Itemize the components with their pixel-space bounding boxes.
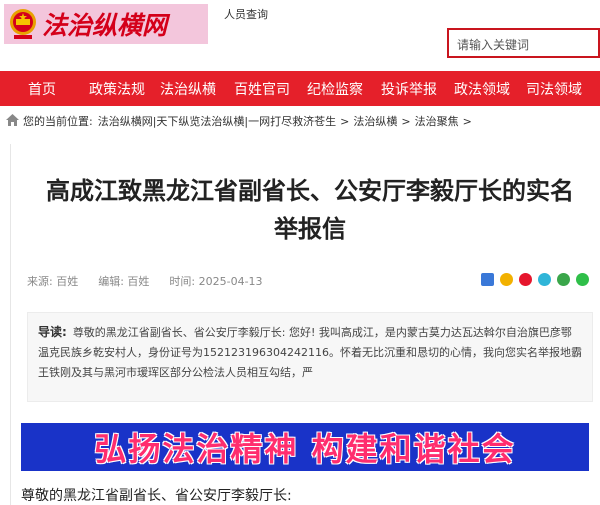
home-icon — [6, 113, 19, 129]
nav-item-discipline[interactable]: 纪检监察 — [298, 79, 372, 99]
nav-item-judicial[interactable]: 司法领域 — [518, 79, 590, 99]
article-salutation: 尊敬的黑龙江省副省长、省公安厅李毅厅长: — [21, 488, 292, 504]
breadcrumb-item-site[interactable]: 法治纵横网|天下纵览法治纵横|一网打尽救济苍生 — [98, 113, 336, 129]
article-lead: 导读: 尊敬的黑龙江省副省长、省公安厅李毅厅长: 您好! 我叫高成江，是内蒙古莫力… — [27, 312, 593, 402]
breadcrumb: 您的当前位置: 法治纵横网|天下纵览法治纵横|一网打尽救济苍生 > 法治纵横 >… — [6, 112, 472, 130]
share-weibo-icon[interactable] — [519, 273, 532, 286]
article-editor: 编辑: 百姓 — [98, 275, 150, 288]
article-source: 来源: 百姓 — [27, 275, 79, 288]
article-card: 高成江致黑龙江省副省长、公安厅李毅厅长的实名 举报信 来源: 百姓 编辑: 百姓… — [10, 144, 598, 505]
site-logo[interactable]: 法治纵横网 — [4, 4, 208, 44]
share-favorite-icon[interactable] — [500, 273, 513, 286]
main-nav: 首页 政策法规 法治纵横 百姓官司 纪检监察 投诉举报 政法领域 司法领域 — [0, 71, 600, 106]
breadcrumb-item-rule-of-law[interactable]: 法治纵横 — [353, 113, 397, 129]
breadcrumb-separator: > — [462, 114, 472, 128]
article-meta: 来源: 百姓 编辑: 百姓 时间: 2025-04-13 — [27, 273, 263, 289]
personnel-query-link[interactable]: 人员查询 — [224, 6, 268, 22]
nav-item-civil-cases[interactable]: 百姓官司 — [226, 79, 298, 99]
nav-item-home[interactable]: 首页 — [0, 79, 84, 99]
logo-text: 法治纵横网 — [42, 11, 168, 40]
article-time: 时间: 2025-04-13 — [169, 275, 263, 288]
nav-item-report[interactable]: 投诉举报 — [372, 79, 446, 99]
share-bar — [481, 273, 589, 286]
share-wechat-icon[interactable] — [576, 273, 589, 286]
banner-text: 弘扬法治精神 构建和谐社会 — [94, 430, 516, 468]
breadcrumb-separator: > — [340, 114, 350, 128]
breadcrumb-item-focus[interactable]: 法治聚焦 — [415, 113, 459, 129]
breadcrumb-separator: > — [401, 114, 411, 128]
share-douban-icon[interactable] — [557, 273, 570, 286]
lead-label: 导读: — [38, 325, 67, 339]
breadcrumb-prefix: 您的当前位置: — [23, 115, 93, 128]
article-title-line: 高成江致黑龙江省副省长、公安厅李毅厅长的实名 — [46, 177, 574, 205]
article-title: 高成江致黑龙江省副省长、公安厅李毅厅长的实名 举报信 — [19, 172, 600, 248]
nav-item-rule-of-law[interactable]: 法治纵横 — [150, 79, 226, 99]
share-more-icon[interactable] — [481, 273, 494, 286]
search-input[interactable]: 请输入关键词 — [447, 28, 600, 58]
national-emblem-icon — [8, 7, 38, 41]
nav-item-policy[interactable]: 政策法规 — [84, 79, 150, 99]
site-header: 法治纵横网 人员查询 请输入关键词 — [0, 0, 600, 70]
article-title-line: 举报信 — [274, 215, 346, 243]
slogan-banner: 弘扬法治精神 构建和谐社会 — [21, 423, 589, 471]
share-qzone-icon[interactable] — [538, 273, 551, 286]
lead-text: 尊敬的黑龙江省副省长、省公安厅李毅厅长: 您好! 我叫高成江，是内蒙古莫力达瓦达… — [38, 326, 582, 379]
nav-item-political-legal[interactable]: 政法领域 — [446, 79, 518, 99]
